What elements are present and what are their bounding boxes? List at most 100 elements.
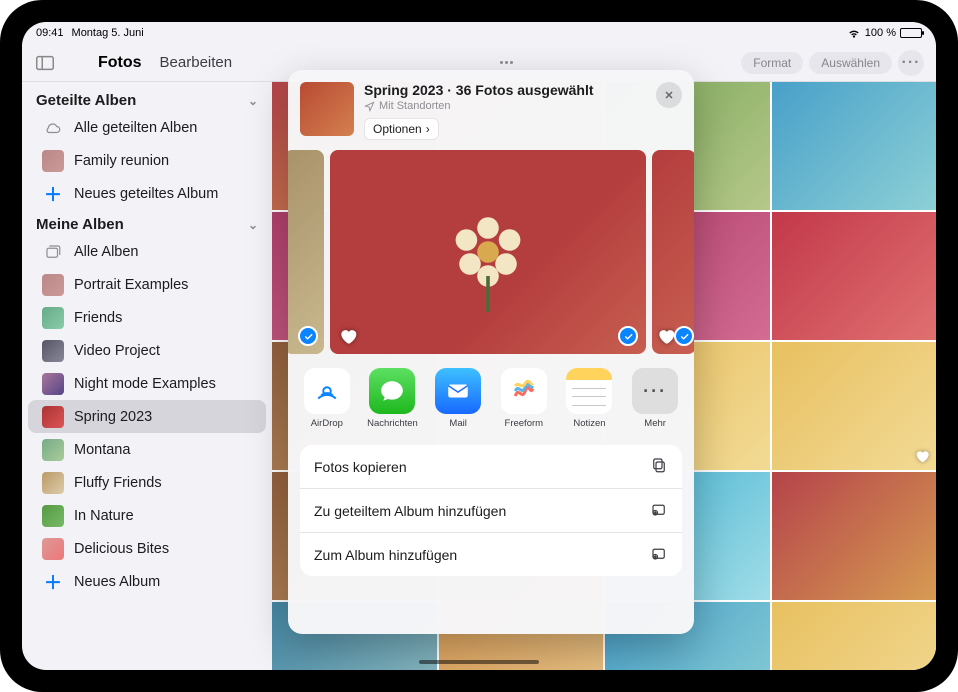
sidebar-item-label: In Nature [74, 508, 134, 524]
share-target-notes[interactable]: Notizen [561, 368, 617, 429]
sidebar-item-friends[interactable]: Friends [28, 301, 266, 334]
share-targets-row: AirDrop Nachrichten Mail Freeform Notize… [288, 360, 694, 435]
mail-icon [435, 368, 481, 414]
chevron-down-icon: ⌄ [248, 94, 258, 108]
status-date: Montag 5. Juni [72, 27, 144, 39]
photo-cell[interactable] [772, 472, 937, 600]
status-time: 09:41 [36, 27, 64, 39]
plus-icon: ＋ [42, 571, 64, 593]
album-thumb-icon [42, 274, 64, 296]
flower-illustration [428, 192, 548, 312]
cloud-icon [42, 117, 64, 139]
sidebar-item-new-shared[interactable]: ＋ Neues geteiltes Album [28, 177, 266, 210]
shared-album-icon [650, 500, 668, 521]
target-label: Notizen [573, 418, 605, 429]
preview-thumb[interactable] [652, 150, 694, 354]
photo-cell[interactable] [772, 82, 937, 210]
sidebar-item-label: Alle Alben [74, 244, 139, 260]
action-add-album[interactable]: Zum Album hinzufügen [300, 533, 682, 576]
sidebar-item-montana[interactable]: Montana [28, 433, 266, 466]
options-button[interactable]: Optionen › [364, 118, 439, 140]
share-preview-strip[interactable] [288, 148, 694, 360]
sidebar-item-label: Friends [74, 310, 122, 326]
sidebar-item-label: Neues geteiltes Album [74, 186, 218, 202]
selected-check-icon [618, 326, 638, 346]
sidebar-item-family-reunion[interactable]: Family reunion [28, 144, 266, 177]
sidebar-item-nature[interactable]: In Nature [28, 499, 266, 532]
action-label: Zu geteiltem Album hinzufügen [314, 503, 506, 519]
action-add-shared-album[interactable]: Zu geteiltem Album hinzufügen [300, 489, 682, 533]
sidebar-item-video[interactable]: Video Project [28, 334, 266, 367]
target-label: Nachrichten [367, 418, 418, 429]
action-copy-photos[interactable]: Fotos kopieren [300, 445, 682, 489]
sidebar-item-label: Fluffy Friends [74, 475, 162, 491]
share-target-freeform[interactable]: Freeform [496, 368, 552, 429]
window-grip-icon[interactable] [500, 61, 513, 64]
album-thumb-icon [42, 406, 64, 428]
sidebar-item-portrait[interactable]: Portrait Examples [28, 268, 266, 301]
sidebar-item-label: Night mode Examples [74, 376, 216, 392]
sidebar-item-all-albums[interactable]: Alle Alben [28, 235, 266, 268]
status-bar: 09:41 Montag 5. Juni 100 % [22, 22, 936, 44]
sidebar-item-night[interactable]: Night mode Examples [28, 367, 266, 400]
sidebar-item-new-album[interactable]: ＋Neues Album [28, 565, 266, 598]
home-indicator[interactable] [419, 660, 539, 664]
share-target-more[interactable]: ··· Mehr [627, 368, 683, 429]
action-label: Fotos kopieren [314, 459, 407, 475]
photo-cell[interactable] [772, 342, 937, 470]
sidebar-item-fluffy[interactable]: Fluffy Friends [28, 466, 266, 499]
album-thumb-icon [42, 150, 64, 172]
close-button[interactable] [656, 82, 682, 108]
album-thumb-icon [42, 373, 64, 395]
section-label: Geteilte Alben [36, 92, 136, 109]
sidebar-item-all-shared[interactable]: Alle geteilten Alben [28, 111, 266, 144]
share-target-mail[interactable]: Mail [430, 368, 486, 429]
photo-cell[interactable] [772, 212, 937, 340]
ipad-device-frame: 09:41 Montag 5. Juni 100 % Fotos Bearbei… [0, 0, 958, 692]
sidebar-item-label: Montana [74, 442, 130, 458]
screen: 09:41 Montag 5. Juni 100 % Fotos Bearbei… [22, 22, 936, 670]
select-button[interactable]: Auswählen [809, 52, 892, 74]
share-sheet-header: Spring 2023 · 36 Fotos ausgewählt Mit St… [288, 70, 694, 148]
sidebar[interactable]: Geteilte Alben ⌄ Alle geteilten Alben Fa… [22, 82, 272, 670]
add-album-icon [650, 544, 668, 565]
album-thumb-icon [42, 307, 64, 329]
favorite-icon [914, 448, 930, 464]
sidebar-item-label: Delicious Bites [74, 541, 169, 557]
sidebar-section-my[interactable]: Meine Alben ⌄ [22, 210, 272, 235]
copy-icon [650, 456, 668, 477]
sidebar-item-label: Spring 2023 [74, 409, 152, 425]
target-label: Mehr [644, 418, 666, 429]
messages-icon [369, 368, 415, 414]
selected-check-icon [674, 326, 694, 346]
album-thumb-icon [42, 472, 64, 494]
target-label: AirDrop [311, 418, 343, 429]
action-label: Zum Album hinzufügen [314, 547, 457, 563]
album-thumb-icon [42, 340, 64, 362]
share-target-airdrop[interactable]: AirDrop [299, 368, 355, 429]
photo-cell[interactable] [772, 602, 937, 670]
share-subtitle: Mit Standorten [364, 100, 646, 112]
format-button[interactable]: Format [741, 52, 803, 74]
edit-button[interactable]: Bearbeiten [160, 54, 233, 71]
preview-main[interactable] [330, 150, 646, 354]
section-label: Meine Alben [36, 216, 124, 233]
sidebar-section-shared[interactable]: Geteilte Alben ⌄ [22, 86, 272, 111]
target-label: Mail [449, 418, 466, 429]
close-icon [663, 89, 675, 101]
sidebar-toggle-icon[interactable] [34, 52, 56, 74]
target-label: Freeform [505, 418, 544, 429]
share-actions-list: Fotos kopieren Zu geteiltem Album hinzuf… [300, 445, 682, 576]
share-target-messages[interactable]: Nachrichten [364, 368, 420, 429]
more-button[interactable]: ··· [898, 50, 924, 76]
battery-icon [900, 28, 922, 38]
preview-thumb[interactable] [288, 150, 324, 354]
album-thumb-icon [42, 505, 64, 527]
sidebar-item-delicious[interactable]: Delicious Bites [28, 532, 266, 565]
album-thumb-icon [42, 439, 64, 461]
plus-icon: ＋ [42, 183, 64, 205]
sidebar-item-spring-2023[interactable]: Spring 2023 [28, 400, 266, 433]
chevron-down-icon: ⌄ [248, 218, 258, 232]
sidebar-item-label: Portrait Examples [74, 277, 188, 293]
selected-check-icon [298, 326, 318, 346]
